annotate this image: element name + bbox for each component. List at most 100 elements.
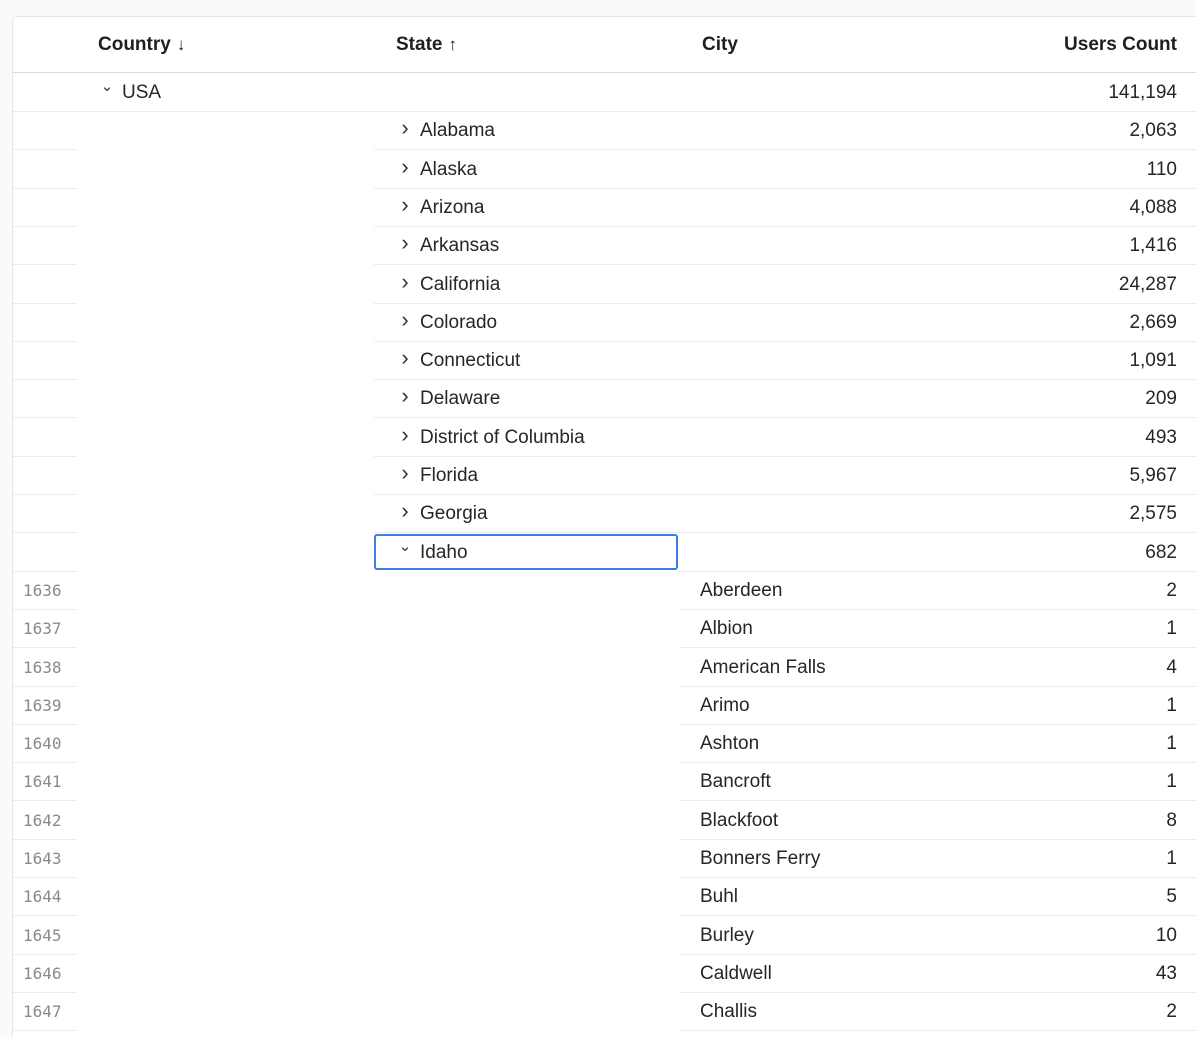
users-count: 10 [1155,924,1177,946]
users-count: 5,967 [1129,465,1177,486]
row-number [13,457,77,495]
state-cell[interactable]: › Alabama [396,112,495,150]
pivot-table: Country ↓ State ↑ City Users Count ⌄ USA 1… [12,16,1196,1037]
row-number [13,380,77,419]
city-cell[interactable]: Bancroft [700,763,771,801]
sort-ascending-icon: ↑ [448,35,457,54]
table-row-city[interactable]: 1643 Bonners Ferry 1 [13,840,1196,878]
chevron-right-icon[interactable]: › [396,224,414,262]
state-name: Arizona [420,196,485,218]
row-number [13,534,77,572]
chevron-right-icon[interactable]: › [396,263,414,301]
city-cell[interactable]: Albion [700,610,753,648]
state-cell[interactable]: ⌄ Idaho [396,534,468,572]
users-count: 2,575 [1129,503,1177,525]
table-row-state[interactable]: › Colorado 2,669 [13,304,1196,342]
table-row-state[interactable]: › Alaska 110 [13,151,1196,189]
state-cell[interactable]: › Arizona [396,189,484,227]
state-cell[interactable]: › Connecticut [396,342,520,380]
table-row-state[interactable]: › District of Columbia 493 [13,419,1196,457]
table-row-country[interactable]: ⌄ USA 141,194 [13,74,1196,112]
chevron-right-icon[interactable]: › [396,492,414,530]
state-cell[interactable]: › District of Columbia [396,416,585,457]
users-count: 43 [1155,962,1177,984]
row-number [13,112,77,151]
table-row-state[interactable]: › Connecticut 1,091 [13,342,1196,381]
city-cell[interactable]: Ashton [700,725,759,763]
city-cell[interactable]: Challis [700,993,757,1031]
table-row-city[interactable]: 1639 Arimo 1 [13,687,1196,725]
row-number: 1638 [13,649,77,687]
users-count: 1 [1166,618,1177,640]
users-count: 4,088 [1129,196,1177,218]
sort-descending-icon: ↓ [176,35,186,54]
row-number: 1640 [13,725,77,764]
row-number: 1641 [13,763,77,802]
row-number: 1636 [13,572,77,610]
table-row-state-expanded[interactable]: ⌄ Idaho 682 [13,533,1196,572]
users-count: 209 [1145,388,1177,410]
state-cell[interactable]: › Delaware [396,380,500,418]
chevron-right-icon[interactable]: › [396,339,414,377]
chevron-right-icon[interactable]: › [396,109,414,147]
state-name: Florida [420,465,479,486]
table-row-state[interactable]: › Florida 5,967 [13,457,1196,495]
column-header-users-count[interactable]: Users Count [1064,34,1177,56]
table-row-city[interactable]: 1637 Albion 1 [13,610,1196,649]
row-number: 1644 [13,878,77,917]
users-count: 2 [1166,579,1177,601]
state-cell[interactable]: › Arkansas [396,227,499,265]
city-cell[interactable]: Burley [700,917,754,955]
country-cell[interactable]: ⌄ USA [98,74,161,112]
state-name: Alabama [420,120,495,142]
users-count: 141,194 [1108,82,1177,103]
chevron-right-icon[interactable]: › [396,454,414,492]
table-row-city[interactable]: 1647 Challis 2 [13,993,1196,1032]
table-row-city[interactable]: 1646 Caldwell 43 [13,955,1196,993]
state-cell[interactable]: › Alaska [396,151,477,189]
table-row-city[interactable]: 1641 Bancroft 1 [13,763,1196,802]
users-count: 2 [1166,1001,1177,1023]
row-number: 1647 [13,993,77,1032]
column-header-city[interactable]: City [702,34,738,56]
state-name: Delaware [420,388,501,410]
state-cell[interactable]: › California [396,266,500,304]
chevron-right-icon[interactable]: › [396,148,414,186]
table-row-state[interactable]: › Arkansas 1,416 [13,227,1196,266]
table-row-city[interactable]: 1645 Burley 10 [13,917,1196,955]
city-cell[interactable]: Bonners Ferry [700,840,820,878]
row-number [13,419,77,457]
chevron-right-icon[interactable]: › [396,186,414,224]
chevron-down-icon[interactable]: ⌄ [396,528,414,566]
table-row-state[interactable]: › California 24,287 [13,266,1196,304]
state-cell[interactable]: › Colorado [396,304,497,342]
table-row-state[interactable]: › Georgia 2,575 [13,492,1196,534]
column-header-country-label: Country [98,34,171,55]
table-row-city[interactable]: 1638 American Falls 4 [13,649,1196,687]
chevron-down-icon[interactable]: ⌄ [98,68,116,106]
city-cell[interactable]: Aberdeen [700,572,782,610]
row-number: 1646 [13,955,77,993]
table-row-city[interactable]: 1642 Blackfoot 8 [13,802,1196,840]
state-name: District of Columbia [420,426,585,448]
city-cell[interactable]: Buhl [700,878,738,916]
table-row-city[interactable]: 1644 Buhl 5 [13,878,1196,917]
column-header-state[interactable]: State ↑ [396,34,457,56]
city-cell[interactable]: American Falls [700,649,826,687]
table-row-state[interactable]: › Alabama 2,063 [13,112,1196,151]
chevron-right-icon[interactable]: › [396,301,414,339]
column-header-country[interactable]: Country ↓ [98,34,185,56]
state-cell[interactable]: › Florida [396,457,478,495]
chevron-right-icon[interactable]: › [396,377,414,415]
row-number [13,342,77,381]
table-row-state[interactable]: › Arizona 4,088 [13,189,1196,227]
row-number [13,227,77,266]
city-cell[interactable]: Arimo [700,687,750,725]
city-cell[interactable]: Blackfoot [700,802,778,840]
table-row-city[interactable]: 1640 Ashton 1 [13,725,1196,764]
city-cell[interactable]: Caldwell [700,955,772,993]
table-row-state[interactable]: › Delaware 209 [13,380,1196,419]
row-number [13,304,77,342]
table-row-city[interactable]: 1636 Aberdeen 2 [13,572,1196,610]
chevron-right-icon[interactable]: › [396,416,414,454]
